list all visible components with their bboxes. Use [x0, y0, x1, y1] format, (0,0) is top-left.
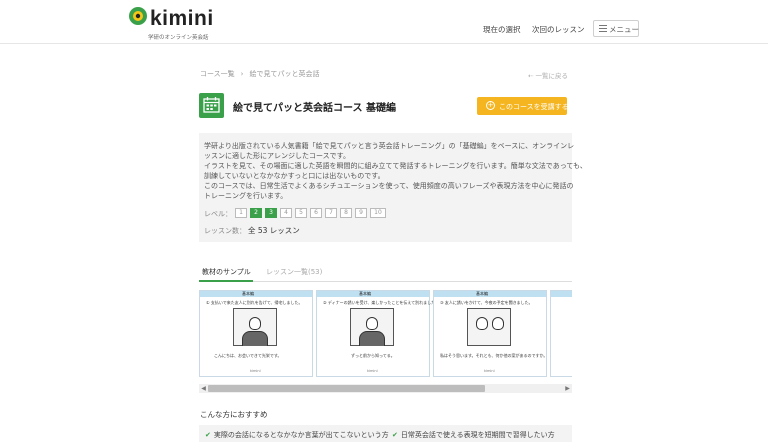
slide-question: ① 支払いで来た友人に別れを告げて、帰宅しました。 — [206, 300, 303, 305]
site-header: kimini 学研のオンライン英会話 現在の選択 次回のレッスン メニュー — [0, 0, 768, 44]
breadcrumb: コース一覧 › 絵で見てパッと英会話 — [200, 69, 319, 79]
slide-header-label: 基本編 — [476, 291, 488, 296]
level-box: 7 — [325, 208, 337, 218]
menu-label: メニュー — [609, 25, 639, 34]
level-label: レベル： — [204, 210, 232, 218]
lessons-count: 全 53 レッスン — [248, 226, 300, 235]
description-line: ッスンに適した形にアレンジしたコースです。 — [204, 152, 350, 160]
slide-footer: kimini — [484, 369, 495, 373]
back-to-list-link[interactable]: ⇠ 一覧に戻る — [528, 70, 568, 80]
description-line: トレーニングを行います。 — [204, 192, 288, 200]
check-icon: ✔ — [205, 431, 211, 439]
calendar-icon — [199, 93, 224, 118]
slide-header-label: 基本編 — [242, 291, 254, 296]
recommend-panel: ✔ 実際の会話になるとなかなか言葉が出てこないという方 ✔ 日常英会話で使える表現を… — [199, 425, 572, 442]
level-box: 5 — [295, 208, 307, 218]
recommend-item: ✔ 実際の会話になるとなかなか言葉が出てこないという方 — [205, 430, 389, 440]
description-line: イラストを見て、その場面に適した英語を瞬間的に組み立てて発話するトレーニングを行… — [204, 162, 587, 170]
check-icon: ✔ — [392, 431, 398, 439]
recommend-item-text: 日常英会話で使える表現を短期間で習得したい方 — [400, 431, 555, 439]
logo-subtitle: 学研のオンライン英会話 — [148, 35, 209, 41]
hamburger-icon — [599, 25, 607, 32]
sample-slide[interactable]: 基本編 ① 支払いで来た友人に別れを告げて、帰宅しました。 こんにちは、お会いで… — [199, 290, 313, 377]
slide-footer: kimini — [250, 369, 261, 373]
menu-button[interactable]: メニュー — [593, 20, 639, 37]
level-box: 6 — [310, 208, 322, 218]
slide-answer: こんにちは、お会いできて光栄です。 — [214, 353, 282, 358]
breadcrumb-separator: › — [240, 70, 244, 78]
tab-sample-material[interactable]: 教材のサンプル — [202, 267, 251, 277]
sample-slide-partial[interactable] — [550, 290, 572, 377]
slide-header-bar — [317, 291, 429, 297]
slider-scrollbar[interactable]: ◀ ▶ — [199, 384, 572, 393]
scroll-right-arrow-icon[interactable]: ▶ — [563, 384, 572, 393]
level-box: 3 — [265, 208, 277, 218]
illustration-image — [350, 308, 394, 346]
nav-current-selection[interactable]: 現在の選択 — [483, 24, 521, 35]
slide-answer: ずっと前から知ってる。 — [351, 353, 395, 358]
sample-slide[interactable]: 基本編 ③ 友人に誘いをかけて、今夜の予定を聞きました。 私はそう思います。それ… — [433, 290, 547, 377]
scroll-thumb[interactable] — [208, 385, 485, 392]
breadcrumb-current: 絵で見てパッと英会話 — [249, 70, 320, 78]
breadcrumb-course-list[interactable]: コース一覧 — [200, 70, 235, 78]
recommend-item-text: 実際の会話になるとなかなか言葉が出てこないという方 — [213, 431, 389, 439]
illustration-image — [233, 308, 277, 346]
tab-lesson-list[interactable]: レッスン一覧(53) — [266, 267, 322, 277]
sample-slide[interactable]: 基本編 ② ディナーの誘いを受け、楽しかったことを伝えて別れました。 ずっと前か… — [316, 290, 439, 377]
slide-header-bar — [551, 291, 572, 297]
illustration-image — [467, 308, 511, 346]
take-course-label: このコースを受講する — [499, 103, 569, 111]
recommend-title: こんな方におすすめ — [200, 410, 268, 419]
level-box: 8 — [340, 208, 352, 218]
level-box: 10 — [370, 208, 386, 218]
level-box: 1 — [235, 208, 247, 218]
slide-header-bar — [200, 291, 312, 297]
logo-mark-icon — [129, 7, 147, 25]
kimini-logo[interactable]: kimini 学研のオンライン英会話 — [128, 6, 228, 41]
description-line: 訓練していないとなかなかすっと口には出ないものです。 — [204, 172, 385, 180]
level-box: 4 — [280, 208, 292, 218]
course-description-panel: 学研より出版されている人気書籍「絵で見てパッと言う英会話トレーニング」の「基礎編… — [199, 133, 587, 242]
description-line: 学研より出版されている人気書籍「絵で見てパッと言う英会話トレーニング」の「基礎編… — [204, 142, 575, 150]
slide-question: ② ディナーの誘いを受け、楽しかったことを伝えて別れました。 — [323, 300, 440, 305]
lessons-label: レッスン数： — [204, 227, 246, 235]
slide-question: ③ 友人に誘いをかけて、今夜の予定を聞きました。 — [440, 300, 533, 305]
active-tab-indicator — [199, 280, 253, 282]
take-course-button[interactable]: + このコースを受講する — [477, 97, 569, 115]
plus-circle-icon: + — [486, 101, 495, 110]
level-box: 9 — [355, 208, 367, 218]
scroll-left-arrow-icon[interactable]: ◀ — [199, 384, 208, 393]
nav-next-lesson[interactable]: 次回のレッスン — [532, 24, 585, 35]
sample-slider[interactable]: 基本編 ① 支払いで来た友人に別れを告げて、帰宅しました。 こんにちは、お会いで… — [199, 290, 572, 378]
slide-answer: 私はそう思います。それとも、何か他の案があるのですか。 — [440, 353, 548, 358]
description-line: このコースでは、日常生活でよくあるシチュエーションを使って、使用頻度の高いフレー… — [204, 182, 574, 190]
level-box: 2 — [250, 208, 262, 218]
slide-footer: kimini — [367, 369, 378, 373]
slide-header-bar — [434, 291, 546, 297]
logo-text: kimini — [150, 7, 214, 30]
slide-header-label: 基本編 — [359, 291, 371, 296]
page-title: 絵で見てパッと英会話コース 基礎編 — [233, 103, 396, 114]
recommend-item: ✔ 日常英会話で使える表現を短期間で習得したい方 — [392, 430, 555, 440]
content-tabs: 教材のサンプル レッスン一覧(53) — [199, 263, 572, 282]
